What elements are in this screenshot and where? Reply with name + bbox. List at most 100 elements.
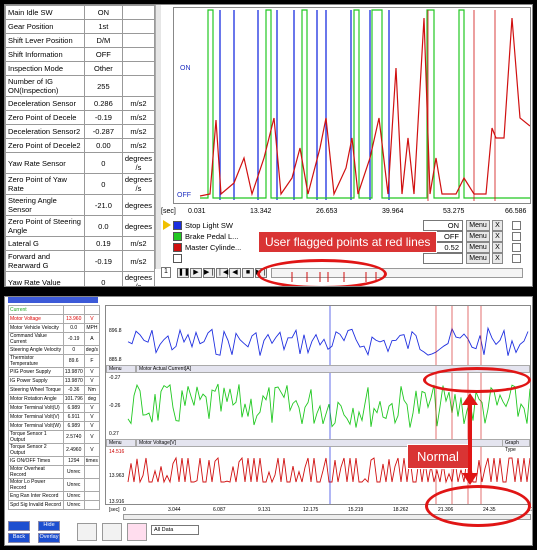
overlay-button[interactable]: Overlay <box>38 533 60 543</box>
step-back-button[interactable]: ❘◀ <box>216 268 228 278</box>
legend-menu-button[interactable]: Menu <box>466 231 490 242</box>
cell-unit <box>121 61 156 76</box>
signal-trace <box>200 9 530 199</box>
stop-button[interactable]: ■ <box>242 268 254 278</box>
table-row[interactable]: Gear Position 1st <box>5 19 156 34</box>
legend-checkbox[interactable] <box>512 232 521 241</box>
ch2-bot-label: 0.27 <box>109 431 119 437</box>
graph-type-button[interactable]: Graph Type <box>502 439 530 453</box>
cell-unit: degrees <box>121 215 156 237</box>
table-row[interactable]: Yaw Rate Value 0 degrees /s <box>5 271 156 286</box>
export-icon[interactable] <box>77 523 97 541</box>
table-row[interactable]: Zero Point of Yaw Rate 0 degrees /s <box>5 173 156 195</box>
time-tick: 9.131 <box>258 507 271 513</box>
cell-label: Zero Point of Yaw Rate <box>5 173 85 195</box>
table-row[interactable]: Number of IG ON(Inspection) 255 <box>5 75 156 97</box>
table-row[interactable]: PIG Power Supply 13.9870 V <box>8 367 101 377</box>
hide-button[interactable]: Hide <box>38 521 60 531</box>
data-list-scrollbar[interactable] <box>155 5 161 269</box>
cell-label: IG Power Supply <box>8 376 64 386</box>
axis-off-label: OFF <box>177 192 191 199</box>
legend-checkbox[interactable] <box>512 221 521 230</box>
table-row[interactable]: Motor Terminal Volt(W) 6.989 V <box>8 421 101 431</box>
table-row[interactable]: Steering Wheel Torque -0.36 Nm <box>8 385 101 395</box>
cell-unit: degrees <box>121 194 156 216</box>
table-row[interactable]: Yaw Rate Sensor 0 degrees /s <box>5 152 156 174</box>
table-row[interactable]: Shift Information OFF <box>5 47 156 62</box>
cell-unit: m/s2 <box>121 138 156 153</box>
table-row[interactable]: Steering Angle Sensor -21.0 degrees <box>5 194 156 216</box>
cell-unit <box>121 75 156 97</box>
play-button[interactable]: ▶ <box>190 268 202 278</box>
legend-checkbox[interactable] <box>512 243 521 252</box>
ch2-menu-button[interactable]: Menu <box>106 365 136 373</box>
legend-remove-button[interactable]: X <box>492 253 503 264</box>
cursor-marker-icon[interactable] <box>163 220 171 230</box>
page-number-field[interactable]: 1 <box>161 267 171 278</box>
table-row[interactable]: Eng Ran Inter Record Unrec <box>8 491 101 501</box>
table-row[interactable]: Zero Point of Steering Angle 0.0 degrees <box>5 215 156 237</box>
legend-swatch <box>173 232 182 241</box>
table-row[interactable]: Motor Rotation Angle 101.796 deg <box>8 394 101 404</box>
table-row[interactable]: IG Power Supply 13.9870 V <box>8 376 101 386</box>
table-row[interactable]: Motor Overheat Record Unrec <box>8 465 101 479</box>
step-forward-button[interactable]: ▶❘ <box>203 268 215 278</box>
table-row[interactable]: Torque Sensor 2 Output 2.4960 V <box>8 443 101 457</box>
table-row[interactable]: Thermistor Temperature 89.6 F <box>8 354 101 368</box>
legend-item[interactable]: Stop Light SW <box>173 220 233 231</box>
table-row[interactable]: Steering Angle Velocity 0 deg/s <box>8 345 101 355</box>
table-row[interactable]: Motor Vehicle Velocity 0.0 MPH <box>8 323 101 333</box>
back-button[interactable]: Back <box>8 533 30 543</box>
legend-remove-button[interactable]: X <box>492 242 503 253</box>
table-row[interactable]: Motor Terminal Volt(V) 6.911 V <box>8 412 101 422</box>
legend-menu-button[interactable]: Menu <box>466 242 490 253</box>
paperclip-icon[interactable] <box>102 523 122 541</box>
table-row[interactable]: Motor Terminal Volt(U) 6.989 V <box>8 403 101 413</box>
ch1-bot-label: 885.8 <box>109 357 122 363</box>
ch3-top-label: 14.516 <box>109 449 125 455</box>
cell-unit: V <box>83 421 101 431</box>
data-range-select[interactable]: All Data <box>151 525 199 535</box>
table-row[interactable]: Forward and Rearward G -0.19 m/s2 <box>5 250 156 272</box>
rewind-button[interactable]: ◀ <box>229 268 241 278</box>
legend-remove-button[interactable]: X <box>492 220 503 231</box>
legend-checkbox[interactable] <box>512 254 521 263</box>
table-row[interactable]: Motor Lo Power Record Unrec <box>8 478 101 492</box>
time-tick: 18.262 <box>393 507 409 513</box>
table-row[interactable]: Zero Point of Decele -0.19 m/s2 <box>5 110 156 125</box>
signal-graph <box>199 9 531 201</box>
table-row[interactable]: IG ON/OFF Times 1294 times <box>8 456 101 466</box>
legend-remove-button[interactable]: X <box>492 231 503 242</box>
side-button-1[interactable] <box>8 521 30 531</box>
cell-unit <box>83 305 101 315</box>
cell-unit <box>83 500 101 510</box>
cell-label: Shift Lever Position <box>5 33 85 48</box>
cell-label: Steering Angle Velocity <box>8 345 64 355</box>
cell-unit <box>121 33 156 48</box>
table-row[interactable]: Motor Voltage 13.960 V <box>8 314 101 324</box>
table-row[interactable]: Inspection Mode Other <box>5 61 156 76</box>
table-row[interactable]: Shift Lever Position D/M <box>5 33 156 48</box>
table-row[interactable]: Deceleration Sensor 0.286 m/s2 <box>5 96 156 111</box>
table-row[interactable]: Current <box>8 305 101 315</box>
cell-unit: m/s2 <box>121 236 156 251</box>
legend-item[interactable] <box>173 253 185 264</box>
cell-unit: V <box>83 430 101 444</box>
legend-swatch <box>173 254 182 263</box>
legend-menu-button[interactable]: Menu <box>466 220 490 231</box>
legend-item[interactable]: Brake Pedal L... <box>173 231 238 242</box>
pause-button[interactable]: ❚❚ <box>177 268 190 278</box>
table-row[interactable]: Lateral G 0.19 m/s2 <box>5 236 156 251</box>
record-icon[interactable] <box>127 523 147 541</box>
table-row[interactable]: Spd Sig Invalid Record Unrec <box>8 500 101 510</box>
table-row[interactable]: Torque Sensor 1 Output 2.5740 V <box>8 430 101 444</box>
table-row[interactable]: Zero Point of Decele2 0.00 m/s2 <box>5 138 156 153</box>
table-row[interactable]: Main Idle SW ON <box>5 5 156 20</box>
legend-item[interactable]: Master Cylinde... <box>173 242 241 253</box>
cell-unit: degrees /s <box>121 173 156 195</box>
table-row[interactable]: Deceleration Sensor2 -0.287 m/s2 <box>5 124 156 139</box>
ch3-menu-button[interactable]: Menu <box>106 439 136 447</box>
legend-menu-button[interactable]: Menu <box>466 253 490 264</box>
cell-unit: V <box>83 403 101 413</box>
table-row[interactable]: Command Value Current -0.19 A <box>8 332 101 346</box>
